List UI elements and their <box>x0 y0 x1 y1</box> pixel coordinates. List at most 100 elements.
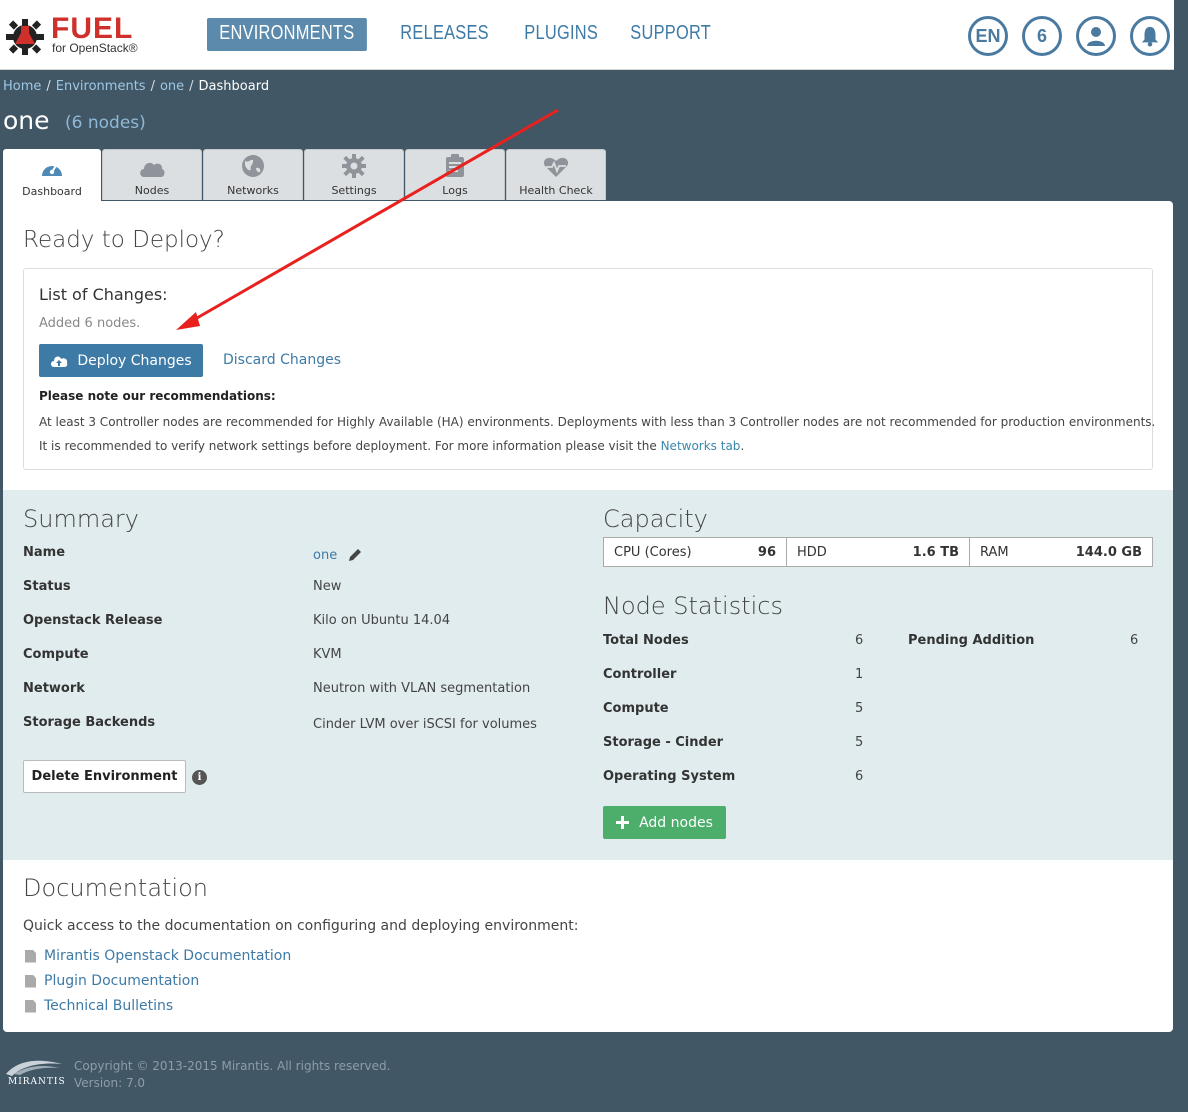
doc-link-technical-bulletins[interactable]: Technical Bulletins <box>25 998 173 1014</box>
node-count: (6 nodes) <box>65 113 146 133</box>
breadcrumb-separator: / <box>150 79 155 94</box>
summary-value: Cinder LVM over iSCSI for volumes <box>313 717 537 732</box>
tab-networks[interactable]: Networks <box>203 149 303 200</box>
doc-link-mirantis-openstack[interactable]: Mirantis Openstack Documentation <box>25 948 291 964</box>
add-nodes-label: Add nodes <box>639 814 713 831</box>
capacity-hdd: HDD 1.6 TB <box>787 538 970 566</box>
networks-tab-link[interactable]: Networks tab <box>661 439 741 453</box>
footer-version: Version: 7.0 <box>74 1076 146 1090</box>
pending-addition-value: 6 <box>1130 633 1139 648</box>
summary-value: Neutron with VLAN segmentation <box>313 681 531 696</box>
summary-value: KVM <box>313 647 342 662</box>
notifications-count-badge[interactable]: 6 <box>1022 16 1062 56</box>
add-nodes-button[interactable]: Add nodes <box>603 806 726 839</box>
delete-environment-button[interactable]: Delete Environment <box>23 760 186 793</box>
heartbeat-icon <box>543 157 569 177</box>
tab-label: Dashboard <box>22 185 82 198</box>
node-stat-label: Operating System <box>603 769 736 784</box>
deploy-changes-label: Deploy Changes <box>77 352 192 369</box>
summary-band: Summary Name one Status New Openstack Re… <box>3 490 1173 860</box>
nav-tab-plugins[interactable]: PLUGINS <box>512 18 610 51</box>
notifications-button[interactable] <box>1130 16 1170 56</box>
user-icon <box>1087 27 1105 46</box>
clipboard-icon <box>446 154 464 177</box>
user-menu-button[interactable] <box>1076 16 1116 56</box>
main-nav: ENVIRONMENTS RELEASES PLUGINS SUPPORT <box>207 18 732 51</box>
pending-addition-label: Pending Addition <box>908 633 1035 648</box>
nav-tab-releases[interactable]: RELEASES <box>388 18 501 51</box>
environment-name-value[interactable]: one <box>313 548 362 563</box>
gear-icon <box>342 154 366 178</box>
tab-dashboard[interactable]: Dashboard <box>3 149 101 201</box>
changes-box: List of Changes: Added 6 nodes. Deploy C… <box>23 268 1156 470</box>
node-stat-label: Compute <box>603 701 669 716</box>
recommendations-title: Please note our recommendations: <box>39 389 276 403</box>
plus-icon <box>616 816 630 829</box>
summary-label: Status <box>23 579 71 594</box>
breadcrumb-separator: / <box>46 79 51 94</box>
breadcrumb-current: Dashboard <box>198 79 270 94</box>
tab-nodes[interactable]: Nodes <box>102 149 202 200</box>
node-stat-value: 5 <box>855 701 864 716</box>
summary-label: Storage Backends <box>23 715 156 730</box>
capacity-table: CPU (Cores) 96 HDD 1.6 TB RAM 144.0 GB <box>603 537 1153 567</box>
summary-label: Openstack Release <box>23 613 163 628</box>
fuel-logo[interactable]: FUEL for OpenStack® <box>5 12 138 58</box>
deploy-changes-button[interactable]: Deploy Changes <box>39 344 203 377</box>
summary-value: Kilo on Ubuntu 14.04 <box>313 613 451 628</box>
documentation-title: Documentation <box>23 874 209 902</box>
nav-tab-environments[interactable]: ENVIRONMENTS <box>207 18 367 51</box>
dashboard-panel: Ready to Deploy? List of Changes: Added … <box>3 201 1173 1032</box>
changes-title: List of Changes: <box>39 285 168 304</box>
capacity-ram: RAM 144.0 GB <box>970 538 1152 566</box>
tab-health-check[interactable]: Health Check <box>506 149 606 200</box>
doc-link-label: Mirantis Openstack Documentation <box>44 948 292 964</box>
bell-icon <box>1141 26 1159 47</box>
summary-label: Compute <box>23 647 89 662</box>
recommendation-prefix: It is recommended to verify network sett… <box>39 439 661 453</box>
ready-to-deploy-title: Ready to Deploy? <box>23 227 225 253</box>
changes-text: Added 6 nodes. <box>39 316 141 331</box>
documentation-description: Quick access to the documentation on con… <box>23 918 579 934</box>
tab-settings[interactable]: Settings <box>304 149 404 200</box>
tab-logs[interactable]: Logs <box>405 149 505 200</box>
tab-label: Networks <box>227 184 279 197</box>
language-switcher[interactable]: EN <box>968 16 1008 56</box>
recommendation-text: It is recommended to verify network sett… <box>39 439 744 453</box>
breadcrumb-environment[interactable]: one <box>160 79 184 94</box>
node-stat-value: 6 <box>855 769 864 784</box>
breadcrumb-environments[interactable]: Environments <box>56 79 146 94</box>
page-title: one <box>3 106 50 135</box>
document-icon <box>25 949 36 963</box>
breadcrumb-home[interactable]: Home <box>3 79 41 94</box>
summary-value: New <box>313 579 342 594</box>
environment-name-text: one <box>313 548 338 563</box>
recommendation-text: At least 3 Controller nodes are recommen… <box>39 415 1156 429</box>
environment-tabs: Dashboard Nodes Networks Settings Logs H… <box>3 149 606 201</box>
summary-label: Name <box>23 545 66 560</box>
summary-label: Network <box>23 681 85 696</box>
tab-label: Health Check <box>519 184 593 197</box>
globe-icon <box>242 155 264 177</box>
capacity-cpu: CPU (Cores) 96 <box>604 538 787 566</box>
node-stat-label: Controller <box>603 667 677 682</box>
tab-label: Logs <box>442 184 468 197</box>
breadcrumb-separator: / <box>189 79 194 94</box>
gear-logo-icon <box>6 19 44 55</box>
capacity-label: HDD <box>797 544 827 560</box>
discard-changes-link[interactable]: Discard Changes <box>223 352 341 368</box>
tab-label: Nodes <box>134 184 170 197</box>
tab-label: Settings <box>331 184 377 197</box>
node-stat-value: 6 <box>855 633 864 648</box>
pencil-icon[interactable] <box>347 548 362 563</box>
capacity-label: CPU (Cores) <box>614 544 692 560</box>
node-stat-value: 1 <box>855 667 864 682</box>
doc-link-plugin[interactable]: Plugin Documentation <box>25 973 199 989</box>
recommendation-suffix: . <box>740 439 745 453</box>
capacity-value: 96 <box>757 544 776 560</box>
brand-subtitle: for OpenStack® <box>52 41 138 55</box>
nav-tab-support[interactable]: SUPPORT <box>618 18 723 51</box>
info-icon[interactable]: i <box>192 770 207 785</box>
capacity-label: RAM <box>980 544 1009 560</box>
capacity-title: Capacity <box>603 505 708 533</box>
